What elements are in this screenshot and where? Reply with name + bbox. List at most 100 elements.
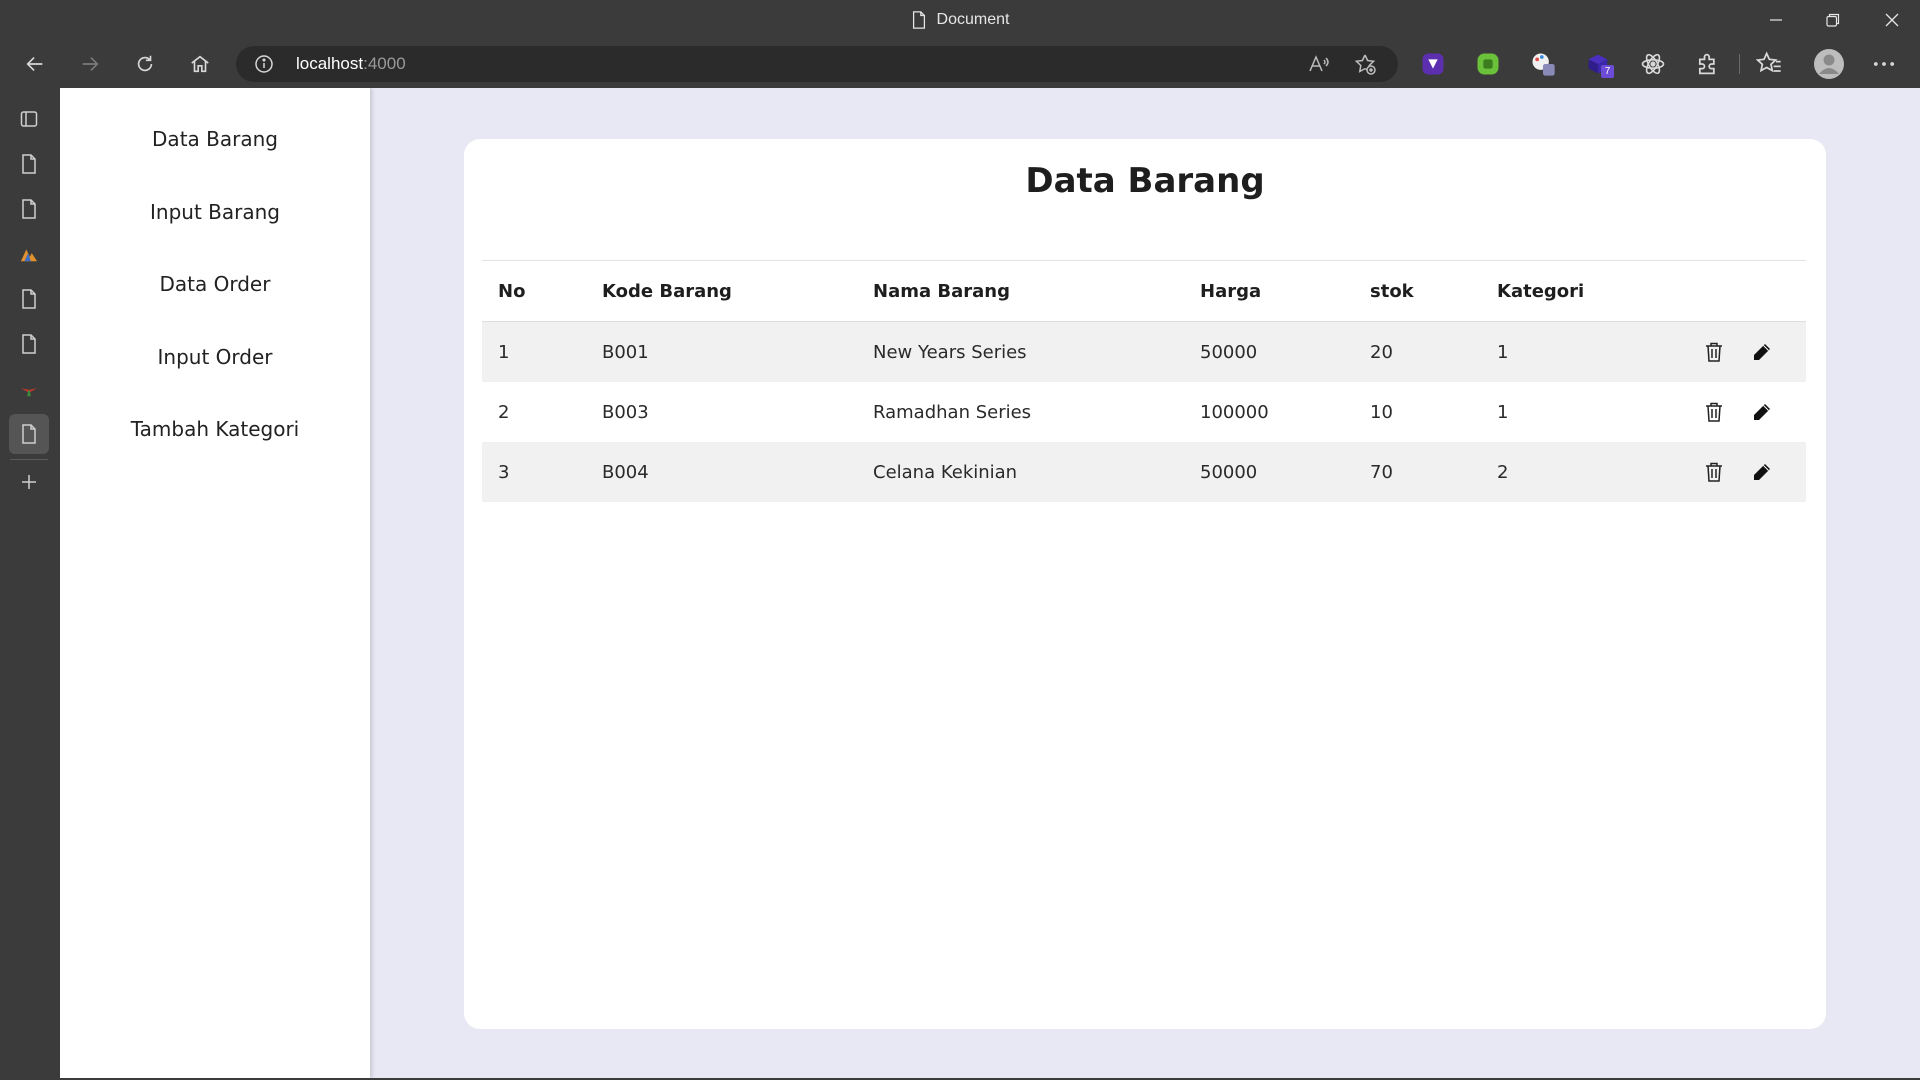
document-icon xyxy=(22,334,36,354)
page-viewport: Data Barang Input Barang Data Order Inpu… xyxy=(60,88,1920,1078)
cell-kode-barang: B004 xyxy=(602,461,649,483)
url-port: :4000 xyxy=(363,54,406,73)
cell-nama-barang: New Years Series xyxy=(873,341,1027,363)
restore-button[interactable] xyxy=(1805,0,1861,40)
cell-no: 2 xyxy=(498,401,510,423)
forward-button[interactable] xyxy=(70,44,110,84)
delete-button[interactable] xyxy=(1702,460,1726,484)
address-bar[interactable]: localhost:4000 xyxy=(236,46,1398,82)
cell-harga: 50000 xyxy=(1200,461,1258,483)
edit-button[interactable] xyxy=(1750,460,1774,484)
extensions-button[interactable] xyxy=(1694,50,1722,78)
table-row: 1 B001 New Years Series 50000 20 1 xyxy=(482,322,1806,382)
pencil-icon xyxy=(1754,344,1770,360)
cell-kategori: 1 xyxy=(1497,341,1509,363)
home-icon xyxy=(191,55,209,73)
extension-4-button[interactable]: 7 xyxy=(1584,50,1614,78)
page-title: Data Barang xyxy=(1025,161,1265,201)
sidebar-item-input-order[interactable]: Input Order xyxy=(60,345,370,369)
atom-icon xyxy=(1641,53,1665,75)
bird-logo-icon xyxy=(20,388,38,397)
palette-extension-icon xyxy=(1532,53,1555,76)
data-table: No Kode Barang Nama Barang Harga stok Ka… xyxy=(482,260,1806,502)
extension-3-button[interactable] xyxy=(1529,50,1557,78)
document-icon xyxy=(912,11,925,29)
arrow-left-icon xyxy=(26,56,43,72)
new-tab-button[interactable] xyxy=(9,462,49,502)
sidebar-item-input-barang[interactable]: Input Barang xyxy=(60,200,370,224)
vertical-tab-1[interactable] xyxy=(9,144,49,184)
edit-button[interactable] xyxy=(1750,340,1774,364)
vertical-tab-6[interactable] xyxy=(9,369,49,409)
cell-no: 3 xyxy=(498,461,510,483)
favorites-button[interactable] xyxy=(1755,50,1783,78)
minimize-button[interactable] xyxy=(1748,0,1804,40)
trash-icon xyxy=(1706,462,1722,482)
column-header-stok: stok xyxy=(1370,280,1414,302)
document-icon xyxy=(22,424,36,444)
app-sidebar: Data Barang Input Barang Data Order Inpu… xyxy=(60,88,370,1078)
vertical-tab-4[interactable] xyxy=(9,279,49,319)
window-title-text: Document xyxy=(936,11,1010,28)
content-card: Data Barang No Kode Barang Nama Barang H… xyxy=(464,139,1826,1029)
edit-button[interactable] xyxy=(1750,400,1774,424)
refresh-icon xyxy=(137,55,153,72)
table-row: 2 B003 Ramadhan Series 100000 10 1 xyxy=(482,382,1806,442)
back-button[interactable] xyxy=(15,44,55,84)
sidebar-item-data-order[interactable]: Data Order xyxy=(60,272,370,296)
close-button[interactable] xyxy=(1864,0,1920,40)
cell-kategori: 1 xyxy=(1497,401,1509,423)
cell-harga: 100000 xyxy=(1200,401,1269,423)
column-header-no: No xyxy=(498,280,526,302)
document-icon xyxy=(22,199,36,219)
plus-icon xyxy=(22,475,36,489)
settings-menu-button[interactable] xyxy=(1870,50,1898,78)
profile-button[interactable] xyxy=(1813,48,1845,80)
window-title: Document xyxy=(0,0,1920,40)
favorites-star-icon xyxy=(1755,51,1781,73)
column-header-kategori: Kategori xyxy=(1497,280,1585,302)
read-aloud-button[interactable] xyxy=(1307,52,1331,76)
extension-badge: 7 xyxy=(1601,65,1614,78)
tab-panel-icon xyxy=(20,111,38,127)
sidebar-item-tambah-kategori[interactable]: Tambah Kategori xyxy=(60,417,370,441)
puzzle-icon xyxy=(1698,53,1715,75)
extension-2-button[interactable] xyxy=(1474,50,1502,78)
column-header-kode-barang: Kode Barang xyxy=(602,280,732,302)
info-icon[interactable] xyxy=(254,54,274,74)
cell-kode-barang: B001 xyxy=(602,341,649,363)
table-row: 3 B004 Celana Kekinian 50000 70 2 xyxy=(482,442,1806,502)
vertical-tabs-divider xyxy=(10,459,48,460)
refresh-button[interactable] xyxy=(125,44,165,84)
url-host: localhost xyxy=(296,54,364,73)
vertical-tab-active[interactable] xyxy=(9,414,49,454)
vertical-tab-5[interactable] xyxy=(9,324,49,364)
react-devtools-button[interactable] xyxy=(1639,50,1667,78)
cell-nama-barang: Ramadhan Series xyxy=(873,401,1032,423)
pencil-icon xyxy=(1754,464,1770,480)
cell-nama-barang: Celana Kekinian xyxy=(873,461,1018,483)
home-button[interactable] xyxy=(180,44,220,84)
add-favorite-button[interactable] xyxy=(1353,52,1377,76)
url-text[interactable]: localhost:4000 xyxy=(296,46,406,82)
browser-toolbar: localhost:4000 7 xyxy=(0,40,1920,88)
trash-icon xyxy=(1706,402,1722,422)
vertical-tab-3[interactable] xyxy=(9,234,49,274)
sidebar-item-data-barang[interactable]: Data Barang xyxy=(60,127,370,151)
column-header-nama-barang: Nama Barang xyxy=(873,280,1010,302)
cell-stok: 70 xyxy=(1370,461,1393,483)
vertical-tab-2[interactable] xyxy=(9,189,49,229)
more-dots-icon xyxy=(1873,62,1895,66)
mountain-logo-icon xyxy=(20,249,38,262)
extension-1-button[interactable] xyxy=(1419,50,1447,78)
arrow-right-icon xyxy=(82,56,99,72)
delete-button[interactable] xyxy=(1702,340,1726,364)
cell-stok: 10 xyxy=(1370,401,1393,423)
tab-actions-button[interactable] xyxy=(9,99,49,139)
pencil-icon xyxy=(1754,404,1770,420)
delete-button[interactable] xyxy=(1702,400,1726,424)
cell-harga: 50000 xyxy=(1200,341,1258,363)
document-icon xyxy=(22,154,36,174)
trash-icon xyxy=(1706,342,1722,362)
green-extension-icon xyxy=(1477,53,1499,75)
